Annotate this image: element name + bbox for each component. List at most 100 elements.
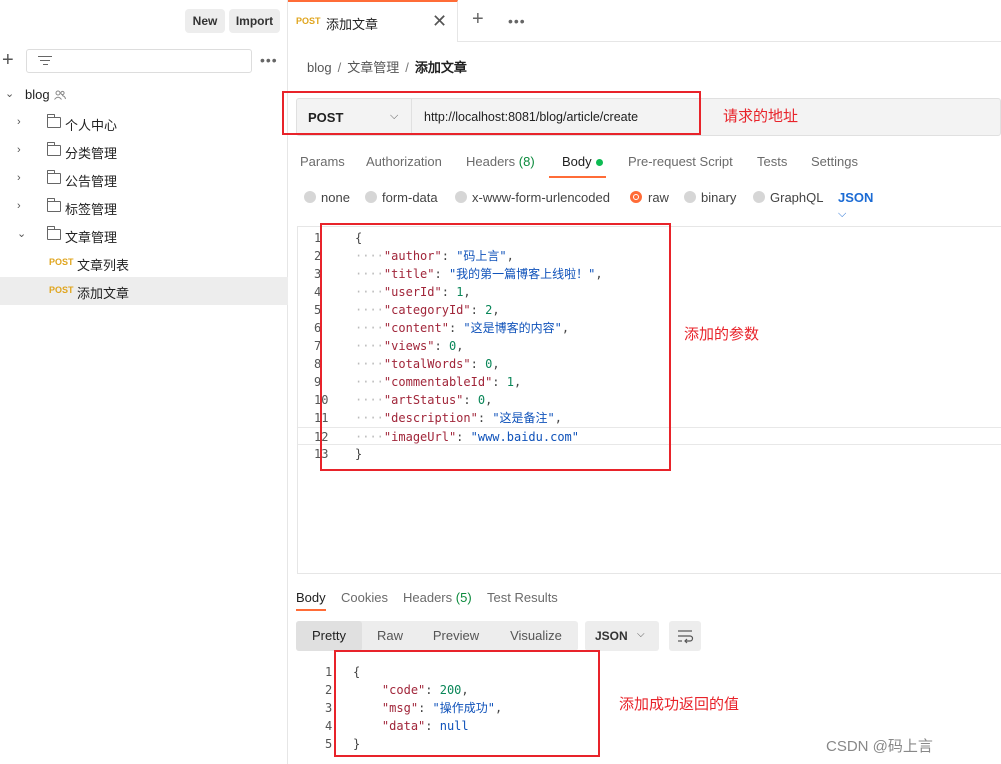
headers-count: (8) [518, 154, 535, 169]
method-tag: POST [49, 257, 74, 267]
resp-tab-cookies[interactable]: Cookies [341, 590, 388, 605]
annotation-url: 请求的地址 [723, 108, 799, 125]
breadcrumb-item[interactable]: blog [307, 60, 332, 75]
view-pretty[interactable]: Pretty [296, 621, 362, 651]
folder-label: 标签管理 [65, 202, 118, 217]
tab-headers-label: Headers [466, 154, 516, 169]
annotation-response: 添加成功返回的值 [619, 696, 740, 713]
tab-body-label: Body [562, 154, 592, 169]
resp-tab-headers[interactable]: Headers (5) [403, 590, 472, 605]
folder-label: 文章管理 [65, 230, 118, 245]
response-format-select[interactable]: JSON ⌵ [585, 621, 659, 651]
folder-item[interactable]: › 分类管理 [0, 137, 288, 165]
sidebar-toolbar: + ••• [0, 44, 288, 80]
tab-tests[interactable]: Tests [757, 154, 787, 169]
request-item-add-article[interactable]: POST 添加文章 [0, 277, 288, 305]
chevron-down-icon: ⌵ [637, 629, 645, 640]
folder-icon [47, 226, 61, 240]
tab-settings[interactable]: Settings [811, 154, 858, 169]
tab-more-icon[interactable]: ••• [508, 13, 526, 29]
folder-item[interactable]: › 公告管理 [0, 165, 288, 193]
folder-label: 公告管理 [65, 174, 118, 189]
radio-graphql[interactable] [753, 191, 765, 203]
resp-tab-headers-label: Headers [403, 590, 453, 605]
wrap-icon [678, 630, 694, 644]
sidebar: New Import + ••• ⌄ blog › 个人中心 › 分类管理 › 公告管理 ›… [0, 0, 288, 764]
annotation-box-response [334, 650, 600, 757]
folder-item[interactable]: ⌄ 文章管理 [0, 221, 288, 249]
radio-form-data[interactable] [365, 191, 377, 203]
tab-pre-request-script[interactable]: Pre-request Script [628, 154, 733, 169]
chevron-down-icon: ⌄ [17, 228, 27, 240]
folder-icon [47, 142, 61, 156]
new-button[interactable]: New [185, 9, 225, 33]
headers-count: (5) [455, 590, 472, 605]
radio-label: none [321, 190, 350, 205]
annotation-box-url [282, 91, 701, 135]
breadcrumb-item[interactable]: 文章管理 [347, 60, 399, 75]
radio-binary[interactable] [684, 191, 696, 203]
radio-none[interactable] [304, 191, 316, 203]
response-format-value: JSON [595, 629, 628, 643]
radio-raw[interactable] [630, 191, 642, 203]
breadcrumb-separator: / [405, 60, 409, 75]
method-tag: POST [49, 285, 74, 295]
chevron-down-icon: ⌄ [5, 88, 15, 100]
active-tab-underline [296, 609, 326, 611]
collection-blog[interactable]: ⌄ blog [0, 81, 288, 109]
resp-tab-body[interactable]: Body [296, 590, 326, 605]
chevron-right-icon: › [17, 144, 21, 156]
chevron-down-icon: ⌵ [838, 208, 847, 220]
radio-urlencoded[interactable] [455, 191, 467, 203]
status-dot [595, 159, 603, 167]
folder-icon [47, 170, 61, 184]
import-button[interactable]: Import [229, 9, 280, 33]
request-label: 文章列表 [77, 258, 130, 273]
folder-icon [47, 198, 61, 212]
tab-params[interactable]: Params [300, 154, 345, 169]
radio-label: GraphQL [770, 190, 824, 205]
view-raw[interactable]: Raw [362, 621, 418, 651]
response-view-selector: Pretty Raw Preview Visualize [296, 621, 578, 651]
body-format-select[interactable]: JSON ⌵ [838, 190, 873, 221]
annotation-box-params [320, 223, 671, 471]
annotation-params: 添加的参数 [684, 326, 760, 343]
radio-label: form-data [382, 190, 438, 205]
tab-authorization[interactable]: Authorization [366, 154, 442, 169]
filter-input[interactable] [26, 49, 252, 73]
tab-bar: POST 添加文章 ✕ + ••• [288, 0, 1001, 42]
breadcrumb: blog / 文章管理 / 添加文章 [307, 57, 467, 76]
tab-method: POST [296, 16, 321, 26]
people-icon [54, 90, 66, 100]
radio-label: x-www-form-urlencoded [472, 190, 610, 205]
sidebar-header: New Import [0, 0, 288, 42]
view-preview[interactable]: Preview [418, 621, 494, 651]
breadcrumb-current: 添加文章 [414, 60, 467, 75]
new-tab-icon[interactable]: + [472, 8, 484, 31]
chevron-right-icon: › [17, 116, 21, 128]
filter-icon [38, 56, 52, 68]
more-options-icon[interactable]: ••• [260, 52, 278, 68]
tab-title: 添加文章 [326, 17, 379, 32]
folder-label: 个人中心 [65, 118, 118, 133]
body-format-value: JSON [838, 190, 874, 205]
folder-item[interactable]: › 标签管理 [0, 193, 288, 221]
close-icon[interactable]: ✕ [432, 11, 447, 32]
folder-item[interactable]: › 个人中心 [0, 109, 288, 137]
folder-label: 分类管理 [65, 146, 118, 161]
request-label: 添加文章 [77, 286, 130, 301]
radio-label: binary [701, 190, 737, 205]
tab-headers[interactable]: Headers (8) [466, 154, 535, 169]
request-item-article-list[interactable]: POST 文章列表 [0, 249, 288, 277]
chevron-right-icon: › [17, 172, 21, 184]
tab-add-article[interactable]: POST 添加文章 ✕ [288, 0, 458, 42]
wrap-lines-button[interactable] [669, 621, 701, 651]
view-visualize[interactable]: Visualize [494, 621, 578, 651]
active-tab-underline [549, 176, 606, 178]
breadcrumb-separator: / [337, 60, 342, 75]
tab-body[interactable]: Body [562, 154, 603, 169]
add-collection-icon[interactable]: + [2, 50, 16, 70]
resp-tab-test-results[interactable]: Test Results [487, 590, 558, 605]
collection-label: blog [25, 87, 50, 102]
folder-icon [47, 114, 61, 128]
